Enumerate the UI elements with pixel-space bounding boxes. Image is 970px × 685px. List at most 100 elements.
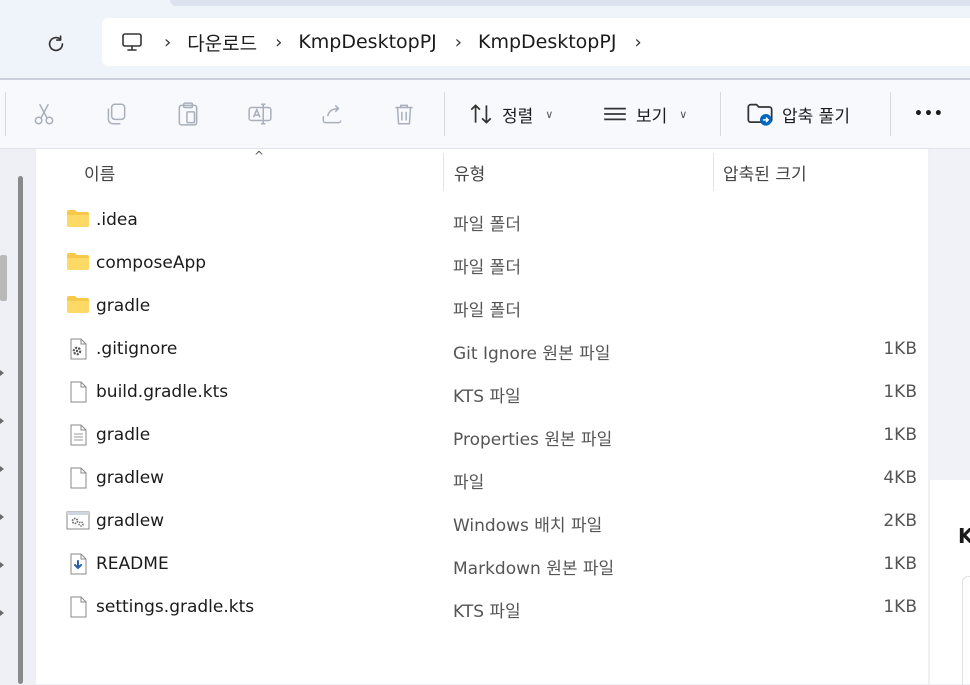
file-type: Windows 배치 파일 [453,516,603,536]
rename-icon [248,103,272,125]
cut-button[interactable] [28,98,60,130]
toolbar-separator [444,92,445,136]
trash-icon [395,104,413,125]
file-type: Markdown 원본 파일 [453,559,615,579]
extract-all-label: 압축 풀기 [782,106,850,127]
extract-folder-icon [747,103,773,126]
file-row[interactable]: gradlew Windows 배치 파일 2KB [36,500,928,543]
chevron-down-icon: ∨ [679,107,688,121]
expand-arrow-icon[interactable] [0,610,4,616]
file-type: Git Ignore 원본 파일 [453,344,611,364]
column-header-name[interactable]: 이름 [84,160,115,185]
file-icon [66,381,90,403]
file-row[interactable]: .gitignore Git Ignore 원본 파일 1KB [36,328,928,371]
folder-icon [66,252,90,274]
tab-edge [170,0,970,6]
share-icon [322,104,342,124]
expand-arrow-icon[interactable] [0,418,4,424]
expand-arrow-icon[interactable] [0,514,4,520]
view-label: 보기 [636,106,668,127]
nav-scroll-thumb[interactable] [0,255,7,301]
file-name: gradle [96,425,151,445]
chevron-right-icon[interactable]: › [455,32,462,53]
file-size: 1KB [883,382,917,402]
view-list-icon [604,107,626,121]
details-preview [962,576,970,685]
file-size: 1KB [883,554,917,574]
file-row[interactable]: composeApp 파일 폴더 [36,242,928,285]
file-size: 4KB [883,468,917,488]
nav-scrollbar[interactable] [18,176,23,684]
sort-ascending-icon: ^ [254,149,265,163]
file-row[interactable]: settings.gradle.kts KTS 파일 1KB [36,586,928,629]
chevron-right-icon[interactable]: › [164,32,171,53]
refresh-button[interactable] [40,28,72,60]
copy-button[interactable] [100,98,132,130]
file-name: settings.gradle.kts [96,597,255,617]
file-row[interactable]: README Markdown 원본 파일 1KB [36,543,928,586]
breadcrumb-item-downloads[interactable]: 다운로드 [187,29,257,56]
extract-all-button[interactable]: 압축 풀기 [746,96,850,132]
chevron-right-icon[interactable]: › [634,32,641,53]
file-type: Properties 원본 파일 [453,430,613,450]
sort-icon [470,104,492,124]
address-bar[interactable]: › 다운로드 › KmpDesktopPJ › KmpDesktopPJ › [102,18,970,66]
sort-button[interactable]: 정렬 ∨ [468,96,553,132]
file-name: build.gradle.kts [96,382,229,402]
share-button[interactable] [316,98,348,130]
batch-file-icon [66,510,90,532]
command-bar: 정렬 ∨ 보기 ∨ 압축 풀기 ••• [0,80,970,148]
file-name: gradlew [96,511,165,531]
more-options-button[interactable]: ••• [914,96,944,132]
more-icon: ••• [914,106,944,122]
folder-icon [66,209,90,231]
toolbar-separator [890,92,891,136]
file-name: composeApp [96,253,207,273]
navigation-pane[interactable] [0,149,34,684]
file-row[interactable]: gradlew 파일 4KB [36,457,928,500]
folder-icon [66,295,90,317]
view-button[interactable]: 보기 ∨ [602,96,687,132]
file-size: 2KB [883,511,917,531]
sort-label: 정렬 [502,106,534,127]
column-header-size[interactable]: 압축된 크기 [723,160,807,185]
file-type: 파일 폴더 [453,258,521,278]
file-name: gradle [96,296,151,316]
delete-button[interactable] [388,98,420,130]
expand-arrow-icon[interactable] [0,466,4,472]
file-type: 파일 폴더 [453,215,521,235]
gear-file-icon [66,338,90,360]
file-row[interactable]: .idea 파일 폴더 [36,199,928,242]
column-divider[interactable] [713,153,714,191]
this-pc-icon[interactable] [120,29,146,55]
file-type: 파일 [453,473,485,493]
copy-icon [107,103,126,125]
breadcrumb-item-project[interactable]: KmpDesktopPJ [298,31,436,53]
paste-button[interactable] [172,98,204,130]
scissors-icon [34,103,54,125]
expand-arrow-icon[interactable] [0,562,4,568]
file-row[interactable]: gradle Properties 원본 파일 1KB [36,414,928,457]
file-type: KTS 파일 [453,387,521,407]
details-title: K [958,524,970,548]
file-type: KTS 파일 [453,602,521,622]
file-size: 1KB [883,597,917,617]
file-icon [66,467,90,489]
file-row[interactable]: build.gradle.kts KTS 파일 1KB [36,371,928,414]
toolbar-separator [720,92,721,136]
toolbar-separator [5,92,6,136]
file-size: 1KB [883,425,917,445]
markdown-file-icon [66,553,90,575]
file-row[interactable]: gradle 파일 폴더 [36,285,928,328]
file-name: gradlew [96,468,165,488]
column-header-type[interactable]: 유형 [454,160,485,185]
column-divider[interactable] [443,153,444,191]
file-list[interactable]: ^ 이름 유형 압축된 크기 .idea 파일 폴더 composeApp 파일 폴더… [36,149,928,684]
chevron-right-icon[interactable]: › [275,32,282,53]
breadcrumb-item-project-inner[interactable]: KmpDesktopPJ [478,31,616,53]
rename-button[interactable] [244,98,276,130]
refresh-icon [48,35,64,52]
file-icon [66,596,90,618]
expand-arrow-icon[interactable] [0,370,4,376]
chevron-down-icon: ∨ [545,107,554,121]
